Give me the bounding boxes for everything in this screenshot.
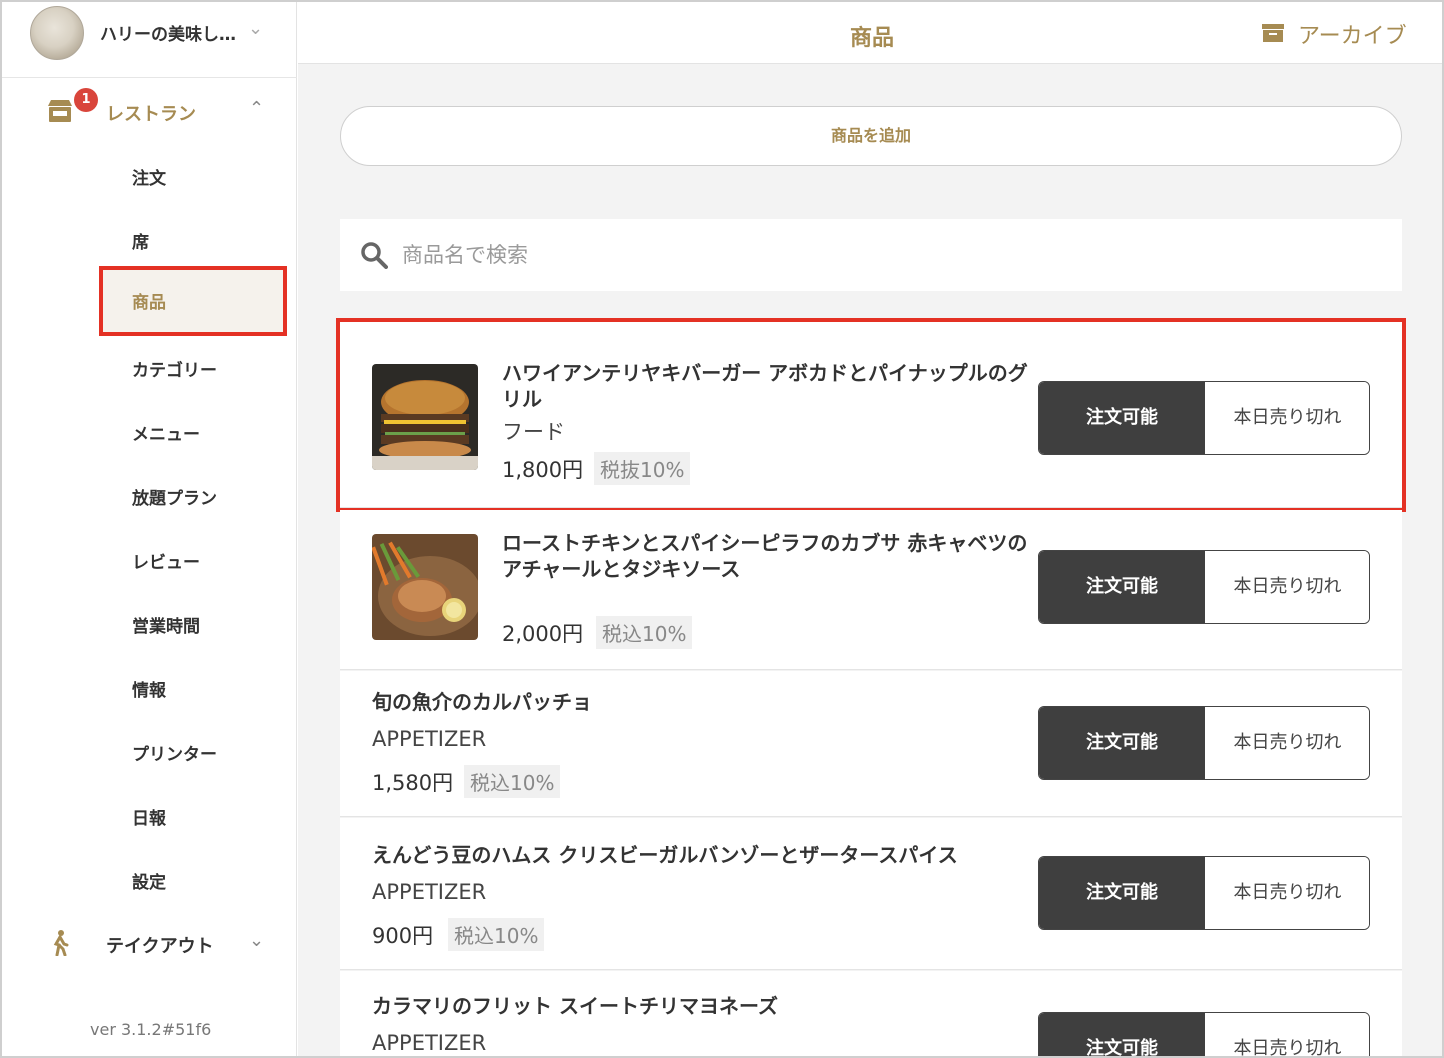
product-price: 2,000円 bbox=[502, 622, 584, 646]
tax-badge: 税込10% bbox=[596, 616, 693, 649]
sold-out-today-button[interactable]: 本日売り切れ bbox=[1205, 551, 1369, 623]
product-image bbox=[372, 364, 478, 470]
sidebar-item-label: カテゴリー bbox=[132, 361, 217, 381]
search-icon bbox=[361, 242, 388, 269]
app-version: ver 3.1.2#51f6 bbox=[90, 1020, 212, 1039]
product-price: 1,800円 bbox=[502, 458, 584, 482]
product-category: フード bbox=[502, 420, 565, 444]
sold-out-today-button[interactable]: 本日売り切れ bbox=[1205, 1013, 1369, 1056]
top-bar: 商品 アーカイブ bbox=[298, 2, 1442, 64]
availability-toggle: 注文可能 本日売り切れ bbox=[1038, 706, 1370, 780]
availability-toggle: 注文可能 本日売り切れ bbox=[1038, 856, 1370, 930]
product-row[interactable]: ハワイアンテリヤキバーガー アボカドとパイナップルのグリル フード 1,800円… bbox=[336, 318, 1406, 512]
store-icon bbox=[48, 100, 72, 122]
available-button[interactable]: 注文可能 bbox=[1039, 707, 1205, 779]
search-input[interactable] bbox=[402, 237, 1302, 273]
nav-group-label: テイクアウト bbox=[106, 936, 214, 957]
archive-box-icon bbox=[1262, 24, 1284, 42]
product-category: APPETIZER bbox=[372, 880, 487, 904]
notification-badge: 1 bbox=[74, 88, 98, 112]
search-bar bbox=[340, 219, 1402, 291]
product-category: APPETIZER bbox=[372, 1031, 487, 1055]
availability-toggle: 注文可能 本日売り切れ bbox=[1038, 381, 1370, 455]
archive-label: アーカイブ bbox=[1298, 24, 1407, 49]
availability-toggle: 注文可能 本日売り切れ bbox=[1038, 550, 1370, 624]
nav-group-restaurant[interactable]: レストラン ⌃ bbox=[2, 80, 297, 144]
sidebar-item-label: プリンター bbox=[132, 745, 217, 765]
main-content: 商品を追加 ハワイアンテリヤキバーガー アボカドとパイナッ bbox=[298, 64, 1442, 1056]
product-image bbox=[372, 534, 478, 640]
sidebar-item-label: レビュー bbox=[132, 553, 200, 573]
chevron-up-icon: ⌃ bbox=[249, 98, 265, 119]
product-row[interactable]: カラマリのフリット スイートチリマヨネーズ APPETIZER 注文可能 本日売… bbox=[340, 971, 1402, 1056]
product-name: ハワイアンテリヤキバーガー アボカドとパイナップルのグリル bbox=[502, 361, 1028, 411]
sidebar-item-all-you-can-plans[interactable]: 放題プラン bbox=[99, 462, 287, 532]
tax-badge: 税込10% bbox=[464, 765, 561, 798]
product-name: 旬の魚介のカルパッチョ bbox=[372, 690, 592, 714]
product-price: 1,580円 bbox=[372, 771, 454, 795]
sidebar-item-menus[interactable]: メニュー bbox=[99, 398, 287, 468]
sidebar: ハリーの美味し… ⌄ レストラン ⌃ 1 注文 席 商品 カテゴリー メニュー … bbox=[2, 2, 297, 1056]
sidebar-item-label: メニュー bbox=[132, 425, 200, 445]
sidebar-item-orders[interactable]: 注文 bbox=[99, 142, 287, 212]
sidebar-item-daily-report[interactable]: 日報 bbox=[99, 782, 287, 852]
available-button[interactable]: 注文可能 bbox=[1039, 551, 1205, 623]
product-price: 900円 bbox=[372, 924, 434, 948]
availability-toggle: 注文可能 本日売り切れ bbox=[1038, 1012, 1370, 1056]
sidebar-item-settings[interactable]: 設定 bbox=[99, 846, 287, 916]
nav-group-label: レストラン bbox=[106, 104, 196, 125]
product-row[interactable]: ローストチキンとスパイシーピラフのカブサ 赤キャベツのアチャールとタジキソース … bbox=[340, 510, 1402, 670]
product-name: ローストチキンとスパイシーピラフのカブサ 赤キャベツのアチャールとタジキソース bbox=[502, 531, 1028, 581]
account-name: ハリーの美味し… bbox=[100, 25, 236, 45]
add-product-button[interactable]: 商品を追加 bbox=[340, 106, 1402, 166]
product-category: APPETIZER bbox=[372, 727, 487, 751]
available-button[interactable]: 注文可能 bbox=[1039, 382, 1205, 454]
walking-person-icon bbox=[53, 930, 69, 956]
sold-out-today-button[interactable]: 本日売り切れ bbox=[1205, 857, 1369, 929]
sidebar-item-label: 営業時間 bbox=[132, 617, 200, 637]
sidebar-item-categories[interactable]: カテゴリー bbox=[99, 334, 287, 404]
sidebar-item-label: 商品 bbox=[132, 293, 166, 313]
tax-badge: 税抜10% bbox=[594, 452, 691, 485]
sidebar-item-info[interactable]: 情報 bbox=[99, 654, 287, 724]
chevron-down-icon: ⌄ bbox=[248, 18, 264, 39]
sidebar-item-label: 設定 bbox=[132, 873, 166, 893]
tax-badge: 税込10% bbox=[448, 918, 545, 951]
app-window: ハリーの美味し… ⌄ レストラン ⌃ 1 注文 席 商品 カテゴリー メニュー … bbox=[0, 0, 1444, 1058]
product-row[interactable]: 旬の魚介のカルパッチョ APPETIZER 1,580円 税込10% 注文可能 … bbox=[340, 671, 1402, 817]
product-name: カラマリのフリット スイートチリマヨネーズ bbox=[372, 994, 778, 1018]
sidebar-item-reviews[interactable]: レビュー bbox=[99, 526, 287, 596]
product-name: えんどう豆のハムス クリスビーガルバンゾーとザータースパイス bbox=[372, 843, 958, 867]
available-button[interactable]: 注文可能 bbox=[1039, 1013, 1205, 1056]
sidebar-item-label: 注文 bbox=[132, 169, 166, 189]
sold-out-today-button[interactable]: 本日売り切れ bbox=[1205, 707, 1369, 779]
sidebar-item-printers[interactable]: プリンター bbox=[99, 718, 287, 788]
sidebar-item-label: 席 bbox=[132, 233, 149, 253]
sidebar-item-label: 放題プラン bbox=[132, 489, 217, 509]
sold-out-today-button[interactable]: 本日売り切れ bbox=[1205, 382, 1369, 454]
sidebar-item-label: 情報 bbox=[132, 681, 166, 701]
chevron-down-icon: ⌄ bbox=[249, 930, 265, 951]
sidebar-item-products[interactable]: 商品 bbox=[99, 266, 287, 336]
sidebar-item-label: 日報 bbox=[132, 809, 166, 829]
available-button[interactable]: 注文可能 bbox=[1039, 857, 1205, 929]
nav-group-takeout[interactable]: テイクアウト ⌄ bbox=[2, 912, 297, 976]
product-row[interactable]: えんどう豆のハムス クリスビーガルバンゾーとザータースパイス APPETIZER… bbox=[340, 818, 1402, 970]
account-switcher[interactable]: ハリーの美味し… ⌄ bbox=[2, 2, 297, 78]
avatar bbox=[30, 6, 84, 60]
sidebar-item-business-hours[interactable]: 営業時間 bbox=[99, 590, 287, 660]
